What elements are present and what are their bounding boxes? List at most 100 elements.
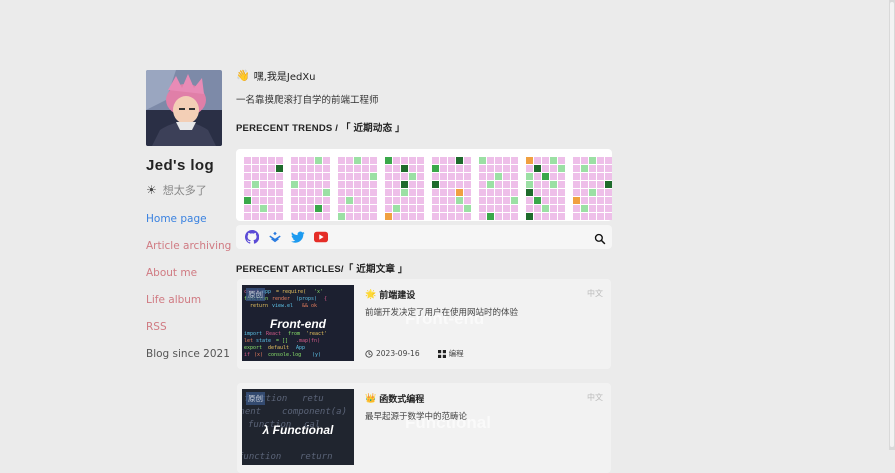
calendar-day[interactable] bbox=[495, 197, 502, 204]
calendar-day[interactable] bbox=[409, 205, 416, 212]
calendar-day[interactable] bbox=[323, 181, 330, 188]
calendar-day[interactable] bbox=[479, 173, 486, 180]
calendar-day[interactable] bbox=[338, 157, 345, 164]
calendar-day[interactable] bbox=[315, 157, 322, 164]
calendar-day[interactable] bbox=[291, 197, 298, 204]
calendar-day[interactable] bbox=[370, 173, 377, 180]
article-thumbnail[interactable]: functionretu onentcomponent(a) functionc… bbox=[242, 389, 354, 465]
calendar-day[interactable] bbox=[581, 197, 588, 204]
calendar-day[interactable] bbox=[526, 205, 533, 212]
calendar-day[interactable] bbox=[338, 173, 345, 180]
calendar-day[interactable] bbox=[354, 181, 361, 188]
calendar-day[interactable] bbox=[573, 189, 580, 196]
calendar-day[interactable] bbox=[558, 173, 565, 180]
calendar-day[interactable] bbox=[448, 173, 455, 180]
calendar-day[interactable] bbox=[597, 197, 604, 204]
calendar-day[interactable] bbox=[409, 173, 416, 180]
calendar-day[interactable] bbox=[338, 213, 345, 220]
calendar-day[interactable] bbox=[440, 165, 447, 172]
calendar-day[interactable] bbox=[268, 165, 275, 172]
calendar-day[interactable] bbox=[362, 189, 369, 196]
youtube-icon[interactable] bbox=[314, 230, 328, 244]
search-icon[interactable] bbox=[594, 230, 606, 249]
calendar-day[interactable] bbox=[605, 173, 612, 180]
calendar-day[interactable] bbox=[307, 205, 314, 212]
calendar-day[interactable] bbox=[495, 157, 502, 164]
calendar-day[interactable] bbox=[417, 197, 424, 204]
calendar-day[interactable] bbox=[244, 213, 251, 220]
calendar-day[interactable] bbox=[315, 197, 322, 204]
calendar-day[interactable] bbox=[291, 181, 298, 188]
calendar-day[interactable] bbox=[346, 157, 353, 164]
site-title[interactable]: Jed's log bbox=[146, 157, 214, 174]
calendar-day[interactable] bbox=[323, 157, 330, 164]
calendar-day[interactable] bbox=[346, 213, 353, 220]
nav-rss[interactable]: RSS bbox=[146, 321, 231, 348]
calendar-day[interactable] bbox=[589, 205, 596, 212]
calendar-day[interactable] bbox=[573, 181, 580, 188]
calendar-day[interactable] bbox=[417, 181, 424, 188]
calendar-day[interactable] bbox=[307, 165, 314, 172]
calendar-day[interactable] bbox=[354, 189, 361, 196]
calendar-day[interactable] bbox=[573, 213, 580, 220]
calendar-day[interactable] bbox=[511, 165, 518, 172]
calendar-day[interactable] bbox=[307, 181, 314, 188]
calendar-day[interactable] bbox=[542, 197, 549, 204]
calendar-day[interactable] bbox=[597, 189, 604, 196]
calendar-day[interactable] bbox=[558, 181, 565, 188]
calendar-day[interactable] bbox=[268, 197, 275, 204]
calendar-day[interactable] bbox=[315, 173, 322, 180]
calendar-day[interactable] bbox=[581, 189, 588, 196]
calendar-day[interactable] bbox=[276, 181, 283, 188]
nav-about[interactable]: About me bbox=[146, 267, 231, 294]
calendar-day[interactable] bbox=[503, 197, 510, 204]
calendar-day[interactable] bbox=[252, 205, 259, 212]
calendar-day[interactable] bbox=[448, 213, 455, 220]
scroll-thumb[interactable] bbox=[890, 2, 894, 447]
calendar-day[interactable] bbox=[558, 157, 565, 164]
calendar-day[interactable] bbox=[542, 173, 549, 180]
calendar-day[interactable] bbox=[323, 213, 330, 220]
article-title-text[interactable]: 函数式编程 bbox=[379, 392, 424, 405]
calendar-day[interactable] bbox=[385, 165, 392, 172]
calendar-day[interactable] bbox=[323, 205, 330, 212]
calendar-day[interactable] bbox=[354, 165, 361, 172]
calendar-day[interactable] bbox=[417, 173, 424, 180]
calendar-day[interactable] bbox=[276, 157, 283, 164]
calendar-day[interactable] bbox=[448, 197, 455, 204]
calendar-day[interactable] bbox=[409, 189, 416, 196]
github-icon[interactable] bbox=[245, 230, 259, 244]
calendar-day[interactable] bbox=[315, 205, 322, 212]
calendar-day[interactable] bbox=[354, 213, 361, 220]
calendar-day[interactable] bbox=[338, 197, 345, 204]
calendar-day[interactable] bbox=[323, 197, 330, 204]
calendar-day[interactable] bbox=[299, 189, 306, 196]
calendar-day[interactable] bbox=[244, 165, 251, 172]
calendar-day[interactable] bbox=[268, 157, 275, 164]
calendar-day[interactable] bbox=[338, 181, 345, 188]
calendar-day[interactable] bbox=[417, 157, 424, 164]
calendar-day[interactable] bbox=[385, 173, 392, 180]
calendar-day[interactable] bbox=[276, 189, 283, 196]
calendar-day[interactable] bbox=[605, 181, 612, 188]
calendar-day[interactable] bbox=[307, 189, 314, 196]
calendar-day[interactable] bbox=[393, 213, 400, 220]
calendar-day[interactable] bbox=[558, 189, 565, 196]
calendar-day[interactable] bbox=[432, 181, 439, 188]
calendar-day[interactable] bbox=[244, 197, 251, 204]
calendar-day[interactable] bbox=[479, 165, 486, 172]
calendar-day[interactable] bbox=[393, 165, 400, 172]
calendar-day[interactable] bbox=[526, 181, 533, 188]
calendar-day[interactable] bbox=[393, 189, 400, 196]
calendar-day[interactable] bbox=[589, 189, 596, 196]
calendar-day[interactable] bbox=[542, 165, 549, 172]
calendar-day[interactable] bbox=[354, 197, 361, 204]
calendar-day[interactable] bbox=[362, 213, 369, 220]
calendar-day[interactable] bbox=[252, 181, 259, 188]
calendar-day[interactable] bbox=[511, 189, 518, 196]
calendar-day[interactable] bbox=[456, 181, 463, 188]
calendar-day[interactable] bbox=[338, 205, 345, 212]
calendar-day[interactable] bbox=[550, 157, 557, 164]
calendar-day[interactable] bbox=[487, 165, 494, 172]
calendar-day[interactable] bbox=[315, 189, 322, 196]
